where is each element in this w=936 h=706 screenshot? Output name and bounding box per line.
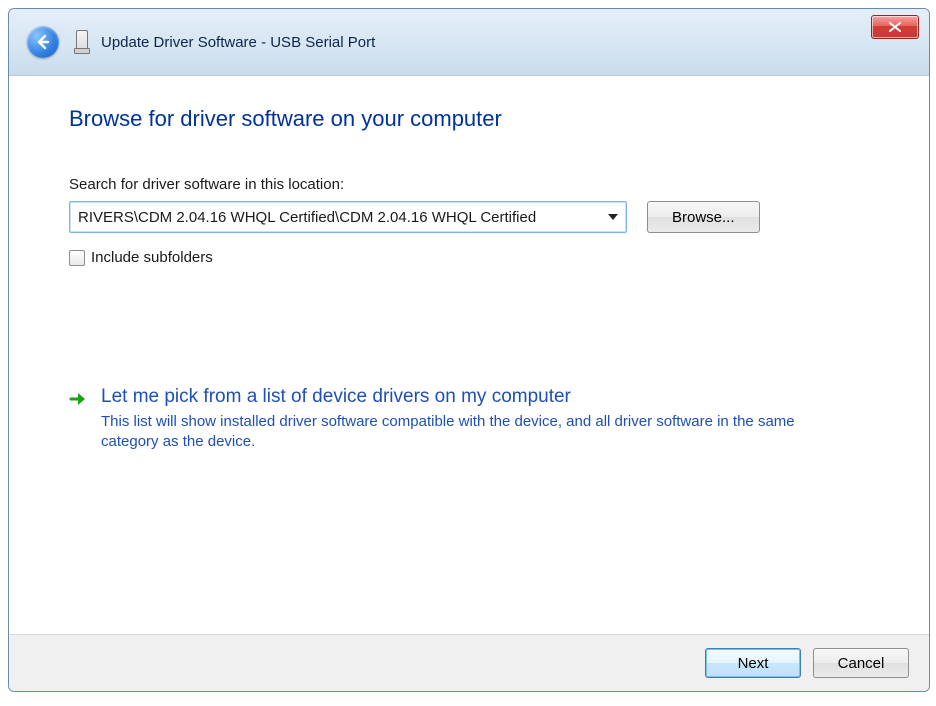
path-value: RIVERS\CDM 2.04.16 WHQL Certified\CDM 2.… [78, 209, 602, 226]
option-title: Let me pick from a list of device driver… [101, 386, 829, 408]
option-text: Let me pick from a list of device driver… [101, 386, 829, 453]
wizard-window: Update Driver Software - USB Serial Port… [8, 8, 930, 692]
back-button[interactable] [27, 26, 59, 58]
footer: Next Cancel [9, 634, 929, 691]
back-arrow-icon [34, 33, 52, 51]
pick-from-list-option[interactable]: Let me pick from a list of device driver… [69, 386, 829, 453]
chevron-down-icon [608, 214, 618, 220]
option-description: This list will show installed driver sof… [101, 412, 829, 453]
device-icon [73, 30, 89, 54]
path-combobox[interactable]: RIVERS\CDM 2.04.16 WHQL Certified\CDM 2.… [69, 201, 627, 233]
page-heading: Browse for driver software on your compu… [69, 106, 881, 132]
close-icon [889, 22, 901, 32]
cancel-button[interactable]: Cancel [813, 648, 909, 678]
arrow-right-icon [69, 390, 87, 453]
close-button[interactable] [871, 15, 919, 39]
window-title: Update Driver Software - USB Serial Port [101, 34, 375, 51]
title-bar: Update Driver Software - USB Serial Port [9, 9, 929, 76]
content-area: Browse for driver software on your compu… [9, 76, 929, 453]
include-subfolders-label: Include subfolders [91, 249, 213, 266]
browse-button[interactable]: Browse... [647, 201, 760, 233]
include-subfolders-checkbox[interactable] [69, 250, 85, 266]
path-row: RIVERS\CDM 2.04.16 WHQL Certified\CDM 2.… [69, 201, 881, 233]
search-location-label: Search for driver software in this locat… [69, 176, 881, 193]
include-subfolders-row: Include subfolders [69, 249, 881, 266]
next-button[interactable]: Next [705, 648, 801, 678]
